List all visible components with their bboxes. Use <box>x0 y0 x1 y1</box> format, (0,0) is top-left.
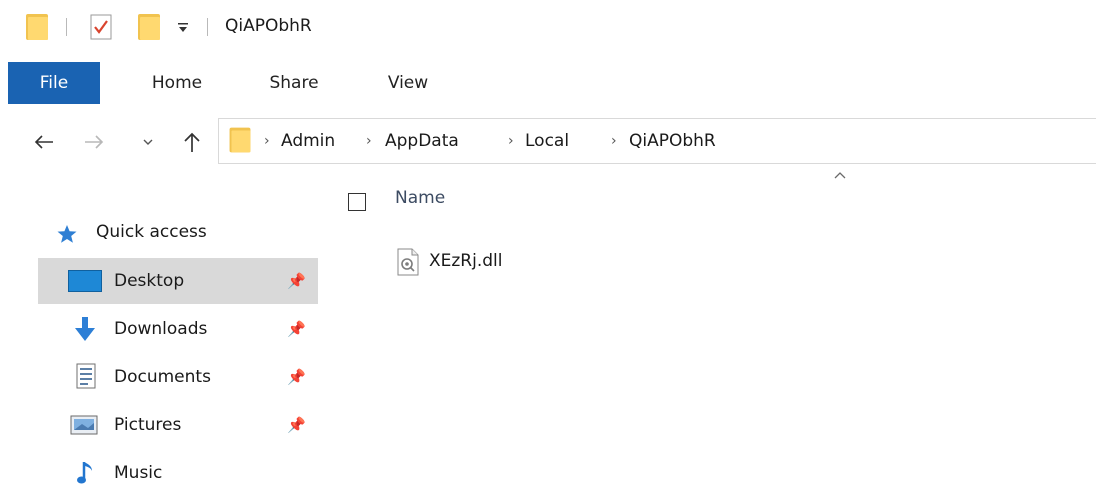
quick-access-label[interactable]: Quick access <box>96 222 207 242</box>
pin-icon[interactable]: 📌 <box>287 258 306 304</box>
sidebar-item-label: Documents <box>114 367 211 387</box>
sidebar-item-label: Downloads <box>114 319 208 339</box>
toolbar-separator <box>207 18 208 36</box>
downloads-icon <box>75 317 95 341</box>
sidebar-item-label: Music <box>114 463 163 483</box>
address-row: › Admin › AppData › Local › QiAPObhR <box>0 115 1096 167</box>
pin-icon[interactable]: 📌 <box>287 306 306 352</box>
forward-arrow-icon <box>85 134 104 149</box>
toolbar-separator <box>66 18 67 36</box>
address-bar[interactable]: › Admin › AppData › Local › QiAPObhR <box>218 118 1096 164</box>
sidebar-item-pictures[interactable]: Pictures 📌 <box>38 402 318 448</box>
folder-icon <box>229 127 251 153</box>
sort-ascending-icon <box>834 172 846 179</box>
tab-view[interactable]: View <box>368 62 448 104</box>
sidebar-item-desktop[interactable]: Desktop 📌 <box>38 258 318 304</box>
forward-button[interactable] <box>76 115 112 167</box>
customize-dropdown-icon[interactable] <box>177 22 189 34</box>
sidebar-item-label: Desktop <box>114 271 185 291</box>
chevron-right-icon[interactable]: › <box>264 119 270 165</box>
up-button[interactable] <box>176 115 208 167</box>
tab-home[interactable]: Home <box>134 62 220 104</box>
pictures-icon <box>70 415 98 435</box>
documents-icon <box>76 363 96 389</box>
desktop-icon <box>68 270 102 292</box>
chevron-right-icon[interactable]: › <box>366 119 372 165</box>
star-icon <box>57 225 77 243</box>
new-folder-icon[interactable] <box>138 14 160 40</box>
sidebar-item-downloads[interactable]: Downloads 📌 <box>38 306 318 352</box>
properties-icon[interactable] <box>90 14 112 40</box>
recent-locations-chevron-icon <box>143 139 153 145</box>
chevron-right-icon[interactable]: › <box>508 119 514 165</box>
pin-icon[interactable]: 📌 <box>287 354 306 400</box>
back-arrow-icon <box>34 134 53 149</box>
title-bar: QiAPObhR <box>0 0 1096 56</box>
sidebar-item-label: Pictures <box>114 415 182 435</box>
select-all-checkbox[interactable] <box>348 193 366 211</box>
music-icon <box>77 462 92 484</box>
ribbon-tabs: File Home Share View <box>0 62 1096 104</box>
recent-locations-button[interactable] <box>136 115 160 167</box>
sidebar-item-music[interactable]: Music <box>38 450 318 496</box>
breadcrumb-appdata[interactable]: AppData <box>385 119 459 165</box>
chevron-right-icon[interactable]: › <box>611 119 617 165</box>
column-header-name[interactable]: Name <box>395 188 445 208</box>
window-title: QiAPObhR <box>225 16 312 36</box>
folder-icon <box>26 14 48 40</box>
sidebar-item-documents[interactable]: Documents 📌 <box>38 354 318 400</box>
back-button[interactable] <box>26 115 62 167</box>
tab-share[interactable]: Share <box>252 62 336 104</box>
breadcrumb-qiapobhr[interactable]: QiAPObhR <box>629 119 716 165</box>
dll-file-icon <box>397 248 419 276</box>
up-arrow-icon <box>184 132 200 152</box>
breadcrumb-admin[interactable]: Admin <box>281 119 335 165</box>
file-name: XEzRj.dll <box>429 251 503 271</box>
breadcrumb-local[interactable]: Local <box>525 119 569 165</box>
pin-icon[interactable]: 📌 <box>287 402 306 448</box>
tab-file[interactable]: File <box>8 62 100 104</box>
